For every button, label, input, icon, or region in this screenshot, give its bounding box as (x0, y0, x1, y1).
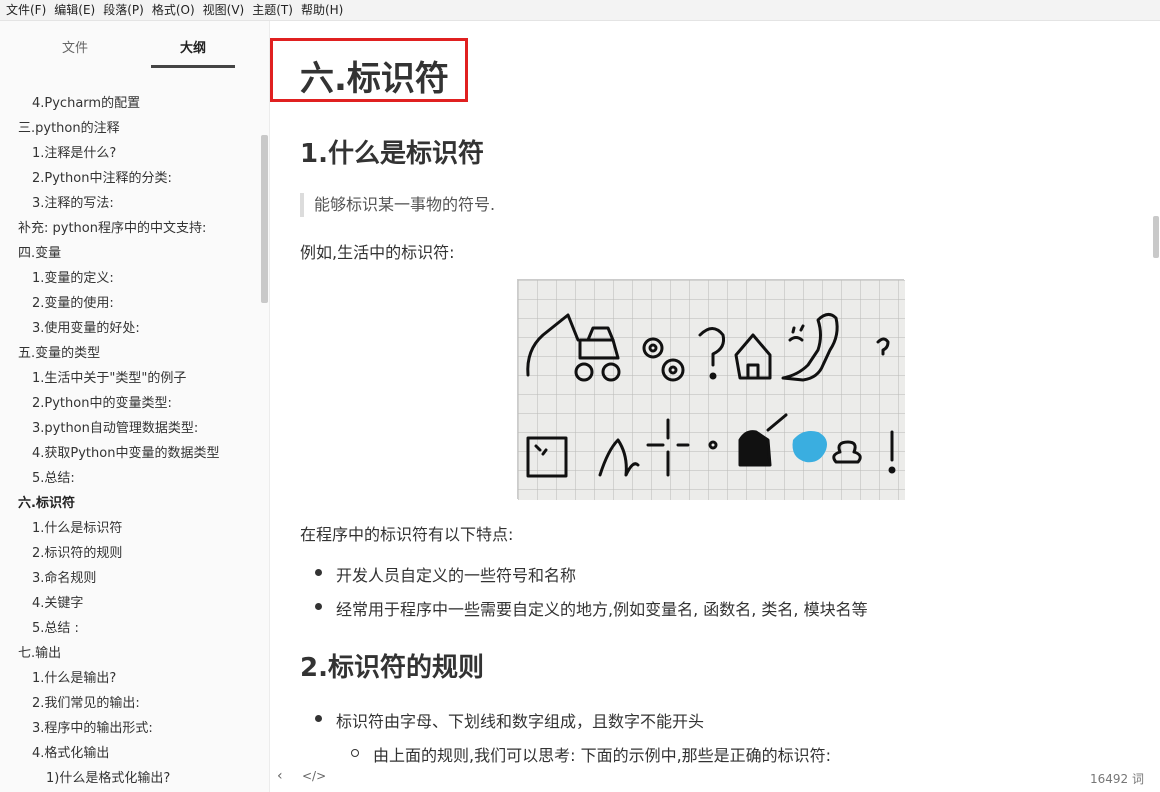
heading-h1[interactable]: 六.标识符 (300, 51, 449, 100)
source-code-icon[interactable]: </> (302, 769, 326, 783)
outline-item[interactable]: 4.关键字 (32, 595, 83, 613)
outline-item[interactable]: 1.什么是标识符 (32, 520, 122, 538)
editor-scrollbar[interactable] (1153, 216, 1159, 258)
editor[interactable]: 六.标识符 1.什么是标识符 能够标识某一事物的符号. 例如,生活中的标识符: (270, 21, 1160, 792)
menu-file[interactable]: 文件(F) (4, 0, 52, 21)
features-intro[interactable]: 在程序中的标识符有以下特点: (300, 521, 513, 545)
bullet-marker (315, 603, 322, 610)
outline-item[interactable]: 1.变量的定义: (32, 270, 114, 288)
outline-item[interactable]: 1.生活中关于"类型"的例子 (32, 370, 186, 388)
outline-item[interactable]: 3.注释的写法: (32, 195, 114, 213)
outline-item[interactable]: 五.变量的类型 (18, 345, 100, 363)
feature-item-1[interactable]: 开发人员自定义的一些符号和名称 (336, 562, 576, 586)
menu-view[interactable]: 视图(V) (201, 0, 251, 21)
menu-bar: 文件(F) 编辑(E) 段落(P) 格式(O) 视图(V) 主题(T) 帮助(H… (0, 0, 1160, 21)
word-count[interactable]: 16492 词 (1090, 770, 1144, 787)
outline-item[interactable]: 2.我们常见的输出: (32, 695, 140, 713)
tab-outline[interactable]: 大纲 (180, 37, 206, 56)
outline-item[interactable]: 4.Pycharm的配置 (32, 95, 140, 113)
sidebar: 文件 大纲 4.Pycharm的配置三.python的注释 1.注释是什么? 2.P… (0, 21, 270, 792)
symbols-image (517, 279, 905, 500)
outline-item[interactable]: 三.python的注释 (18, 120, 120, 138)
rule-item-1[interactable]: 标识符由字母、下划线和数字组成，且数字不能开头 (336, 708, 704, 732)
feature-item-2[interactable]: 经常用于程序中一些需要自定义的地方,例如变量名, 函数名, 类名, 模块名等 (336, 596, 868, 620)
outline-item[interactable]: 3.使用变量的好处: (32, 320, 140, 338)
outline-item[interactable]: 1.注释是什么? (32, 145, 116, 163)
outline-item[interactable]: 3.命名规则 (32, 570, 96, 588)
menu-format[interactable]: 格式(O) (150, 0, 201, 21)
hand-drawn-symbols-picture (518, 280, 905, 500)
heading-section-1[interactable]: 1.什么是标识符 (300, 133, 484, 170)
outline-item[interactable]: 5.总结: (32, 470, 75, 488)
outline-item[interactable]: 2.Python中注释的分类: (32, 170, 172, 188)
outline-item[interactable]: 2.标识符的规则 (32, 545, 122, 563)
outline-item[interactable]: 六.标识符 (18, 495, 75, 513)
outline-item[interactable]: 5.总结 : (32, 620, 79, 638)
menu-theme[interactable]: 主题(T) (250, 0, 299, 21)
toggle-sidebar-icon[interactable]: ‹ (277, 768, 283, 784)
outline-list: 4.Pycharm的配置三.python的注释 1.注释是什么? 2.Python中… (0, 65, 262, 792)
blockquote[interactable]: 能够标识某一事物的符号. (300, 193, 495, 217)
outline-item[interactable]: 3.python自动管理数据类型: (32, 420, 198, 438)
outline-item[interactable]: 四.变量 (18, 245, 61, 263)
outline-item[interactable]: 七.输出 (18, 645, 61, 663)
menu-help[interactable]: 帮助(H) (299, 0, 349, 21)
status-bar: ‹ </> 16492 词 (270, 762, 1160, 792)
sidebar-scrollbar[interactable] (261, 135, 268, 303)
outline-item[interactable]: 1)什么是格式化输出? (46, 770, 170, 788)
menu-paragraph[interactable]: 段落(P) (101, 0, 150, 21)
sidebar-tabs: 文件 大纲 (0, 21, 269, 69)
outline-item[interactable]: 1.什么是输出? (32, 670, 116, 688)
example-paragraph[interactable]: 例如,生活中的标识符: (300, 239, 454, 263)
outline-item[interactable]: 4.获取Python中变量的数据类型 (32, 445, 219, 463)
tab-files[interactable]: 文件 (62, 37, 88, 56)
sub-bullet-marker (351, 749, 359, 757)
outline-item[interactable]: 3.程序中的输出形式: (32, 720, 153, 738)
bullet-marker (315, 569, 322, 576)
bullet-marker (315, 715, 322, 722)
outline-item[interactable]: 2.Python中的变量类型: (32, 395, 172, 413)
outline-item[interactable]: 补充: python程序中的中文支持: (18, 220, 206, 238)
outline-item[interactable]: 2.变量的使用: (32, 295, 114, 313)
heading-section-2[interactable]: 2.标识符的规则 (300, 647, 484, 684)
outline-item[interactable]: 4.格式化输出 (32, 745, 109, 763)
menu-edit[interactable]: 编辑(E) (52, 0, 101, 21)
